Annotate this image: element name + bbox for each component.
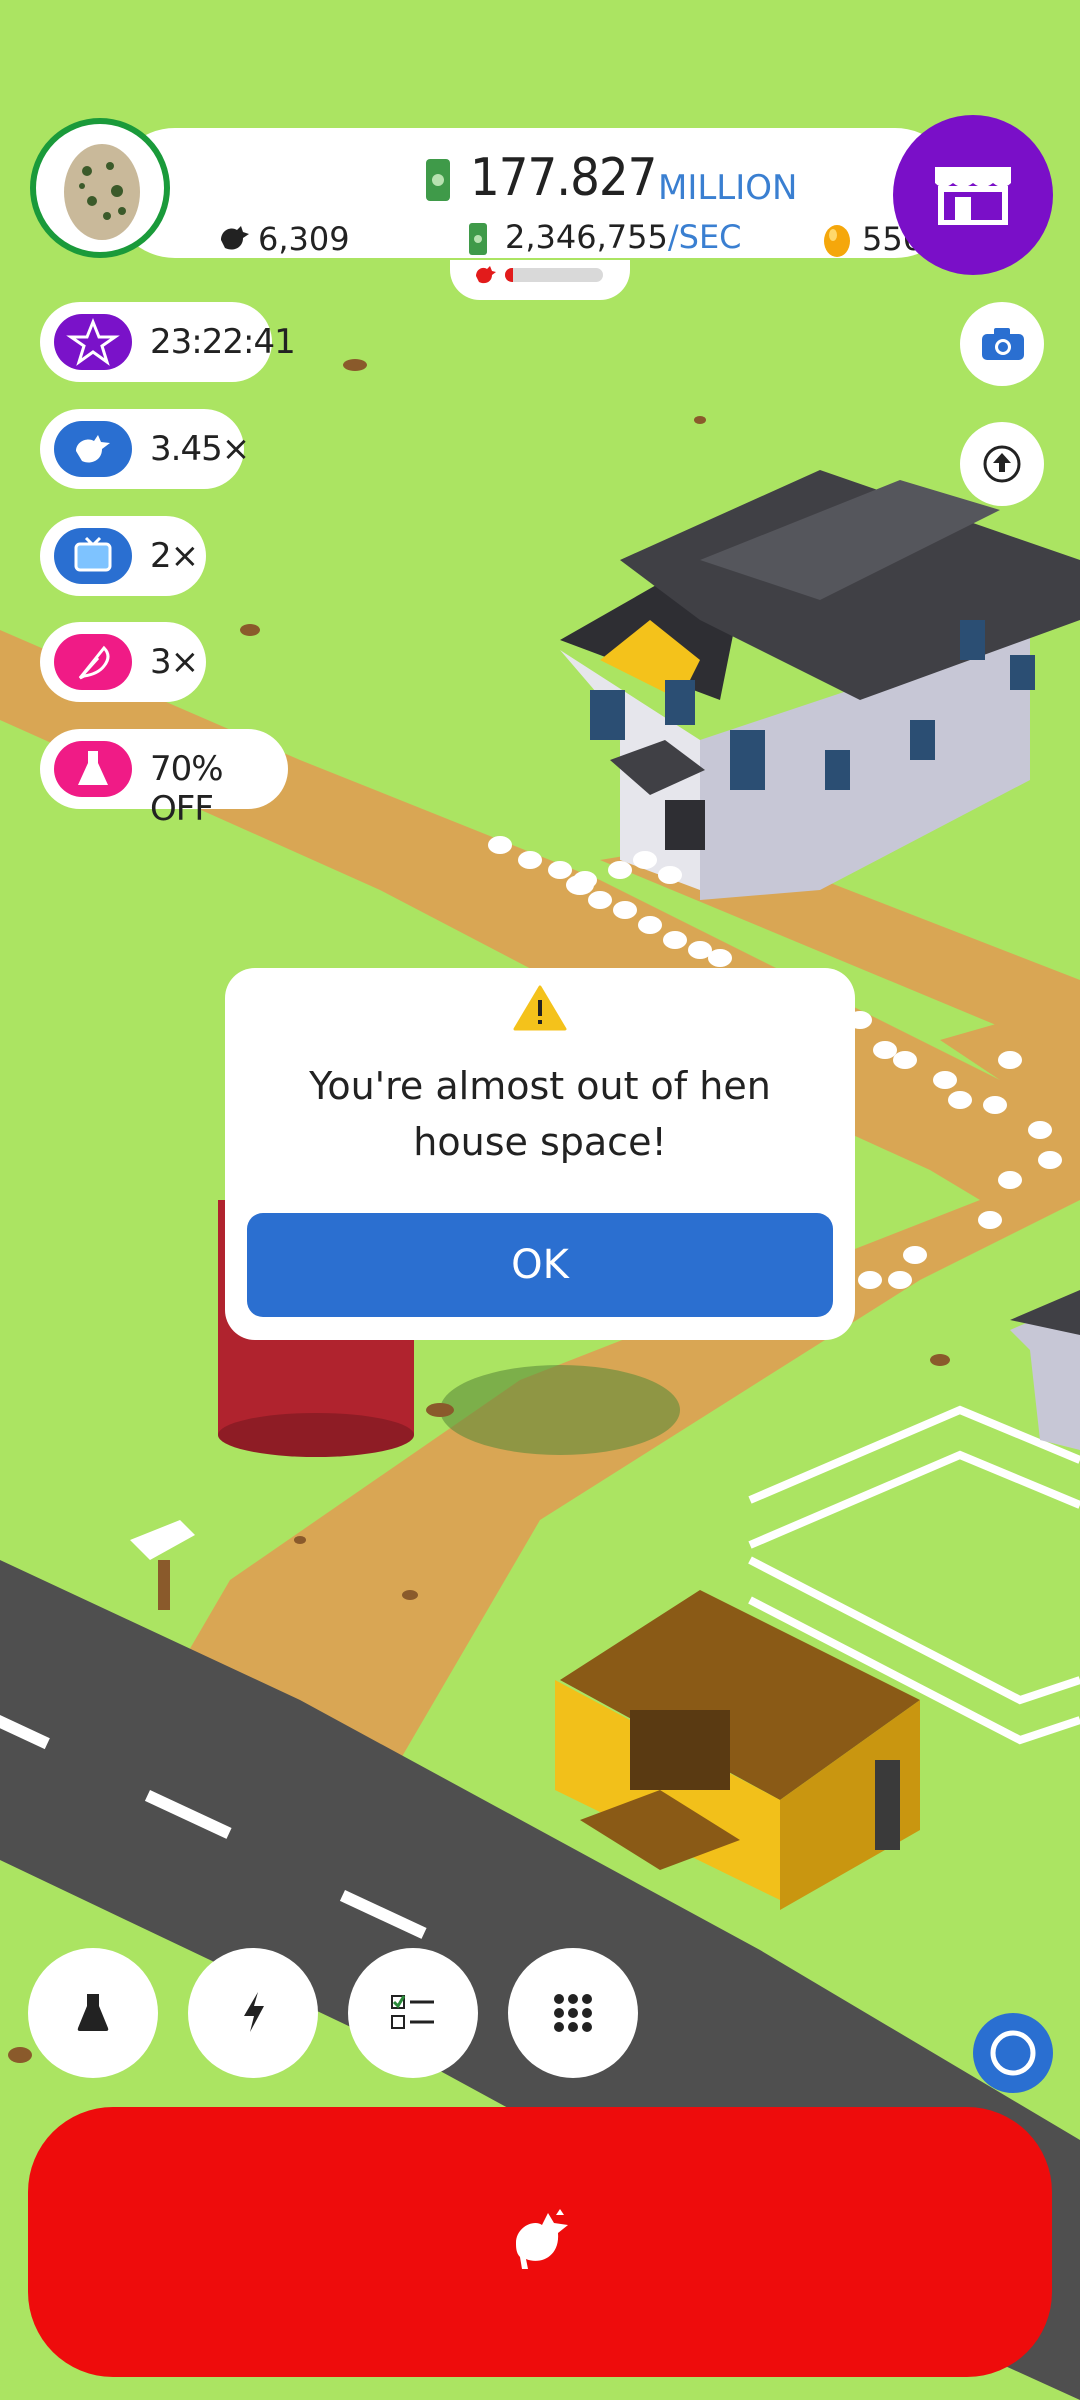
camera-button[interactable] [960, 302, 1044, 386]
quail-egg-icon [62, 136, 142, 246]
money-unit: MILLION [658, 168, 798, 208]
stats-bar: 177.827 MILLION 6,309 2,346,755/SEC 556 [110, 128, 960, 258]
missions-button[interactable] [348, 1948, 478, 2078]
cash-icon [425, 158, 451, 206]
golden-egg-icon [822, 220, 852, 262]
ring-icon [987, 2027, 1039, 2083]
tv-icon [54, 528, 132, 584]
hatch-chicken-button[interactable] [28, 2107, 1052, 2377]
income-rate: 2,346,755/SEC [505, 218, 742, 256]
boost-tv-multiplier-text: 2× [150, 536, 199, 576]
chicken-icon [54, 421, 132, 477]
star-icon [54, 314, 132, 370]
boost-feather-multiplier[interactable]: 3× [40, 622, 206, 702]
camera-icon [980, 326, 1026, 366]
warning-icon [513, 984, 567, 1036]
research-button[interactable] [28, 1948, 158, 2078]
progress-bar [505, 268, 603, 282]
assistant-button[interactable] [973, 2013, 1053, 2093]
feather-icon [54, 634, 132, 690]
boost-research-discount[interactable]: 70% OFF [40, 729, 288, 829]
ok-button[interactable]: OK [247, 1213, 833, 1317]
flask-icon [76, 1992, 110, 2036]
boost-chicken-multiplier[interactable]: 3.45× [40, 409, 250, 489]
boost-feather-multiplier-text: 3× [150, 642, 199, 682]
chicken-icon [506, 2207, 576, 2277]
boost-research-discount-text: 70% OFF [150, 749, 224, 829]
arrow-up-circle-icon [982, 444, 1022, 488]
cash-rate-icon [468, 222, 488, 260]
boosts-button[interactable] [188, 1948, 318, 2078]
flask-icon [54, 741, 132, 797]
chicken-count-icon [215, 220, 251, 260]
upgrade-button[interactable] [960, 422, 1044, 506]
boost-star-timer-text: 23:22:41 [150, 322, 296, 362]
egg-type-button[interactable] [30, 118, 170, 258]
boost-star-timer[interactable]: 23:22:41 [40, 302, 296, 382]
money-amount: 177.827 [470, 148, 657, 208]
shop-button[interactable] [893, 115, 1053, 275]
lightning-icon [240, 1990, 268, 2038]
dialog-message: You're almost out of hen house space! [309, 1064, 771, 1164]
boost-chicken-multiplier-text: 3.45× [150, 429, 250, 469]
checklist-icon [390, 1994, 436, 2036]
menu-button[interactable] [508, 1948, 638, 2078]
hen-house-warning-dialog: You're almost out of hen house space! OK [225, 968, 855, 1340]
income-rate-unit: /SEC [667, 218, 742, 256]
progress-tab [450, 260, 630, 300]
red-chicken-icon [472, 262, 498, 292]
income-rate-value: 2,346,755 [505, 218, 668, 256]
boost-tv-multiplier[interactable]: 2× [40, 516, 206, 596]
progress-fill [505, 268, 513, 282]
chicken-count: 6,309 [258, 220, 350, 258]
grid-menu-icon [553, 1993, 593, 2037]
shop-icon [931, 163, 1015, 229]
